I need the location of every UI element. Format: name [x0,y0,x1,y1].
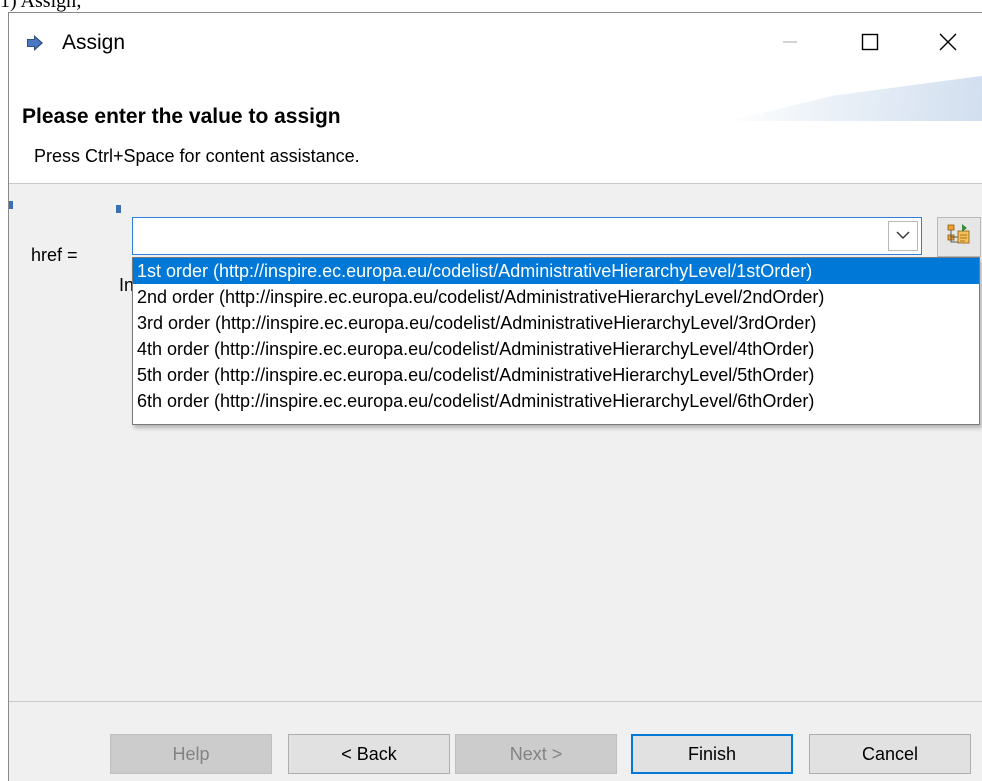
page-message: Press Ctrl+Space for content assistance. [34,146,360,166]
assign-dialog: Assign Please enter the value to assign … [8,12,982,781]
info-decoration-icon [9,201,13,209]
value-input[interactable] [133,218,885,254]
value-combo-box[interactable] [132,217,922,255]
footer-divider [9,701,982,702]
content-assist-icon [946,222,972,253]
href-label: href = [31,245,78,265]
close-icon [939,33,957,56]
back-button[interactable]: < Back [288,734,450,774]
minimize-button[interactable] [759,13,821,75]
dropdown-option[interactable]: 2nd order (http://inspire.ec.europa.eu/c… [133,284,979,310]
content-assist-decoration-icon [116,205,121,213]
dropdown-option[interactable]: 6th order (http://inspire.ec.europa.eu/c… [133,388,979,414]
title-bar: Assign [9,13,982,75]
combo-dropdown-button[interactable] [888,221,918,251]
help-button[interactable]: Help [110,734,272,774]
dropdown-option[interactable]: 5th order (http://inspire.ec.europa.eu/c… [133,362,979,388]
banner-decoration [729,75,982,121]
window-title: Assign [62,31,126,54]
close-button[interactable] [917,13,979,75]
dropdown-option[interactable]: 3rd order (http://inspire.ec.europa.eu/c… [133,310,979,336]
maximize-icon [861,33,879,56]
background-text-fragment: 1) Assign; [0,0,82,12]
content-assist-button[interactable] [937,217,981,257]
page-title: Please enter the value to assign [22,105,341,128]
dropdown-option[interactable]: 1st order (http://inspire.ec.europa.eu/c… [133,258,979,284]
finish-button[interactable]: Finish [631,734,793,774]
hidden-label-fragment: In [119,275,133,295]
options-dropdown-list: 1st order (http://inspire.ec.europa.eu/c… [132,257,980,425]
arrow-right-icon [26,35,44,51]
maximize-button[interactable] [839,13,901,75]
minimize-icon [782,34,798,55]
next-button[interactable]: Next > [455,734,617,774]
dropdown-option[interactable]: 4th order (http://inspire.ec.europa.eu/c… [133,336,979,362]
cancel-button[interactable]: Cancel [809,734,971,774]
wizard-banner: Please enter the value to assign Press C… [9,75,982,184]
chevron-down-icon [896,227,910,245]
